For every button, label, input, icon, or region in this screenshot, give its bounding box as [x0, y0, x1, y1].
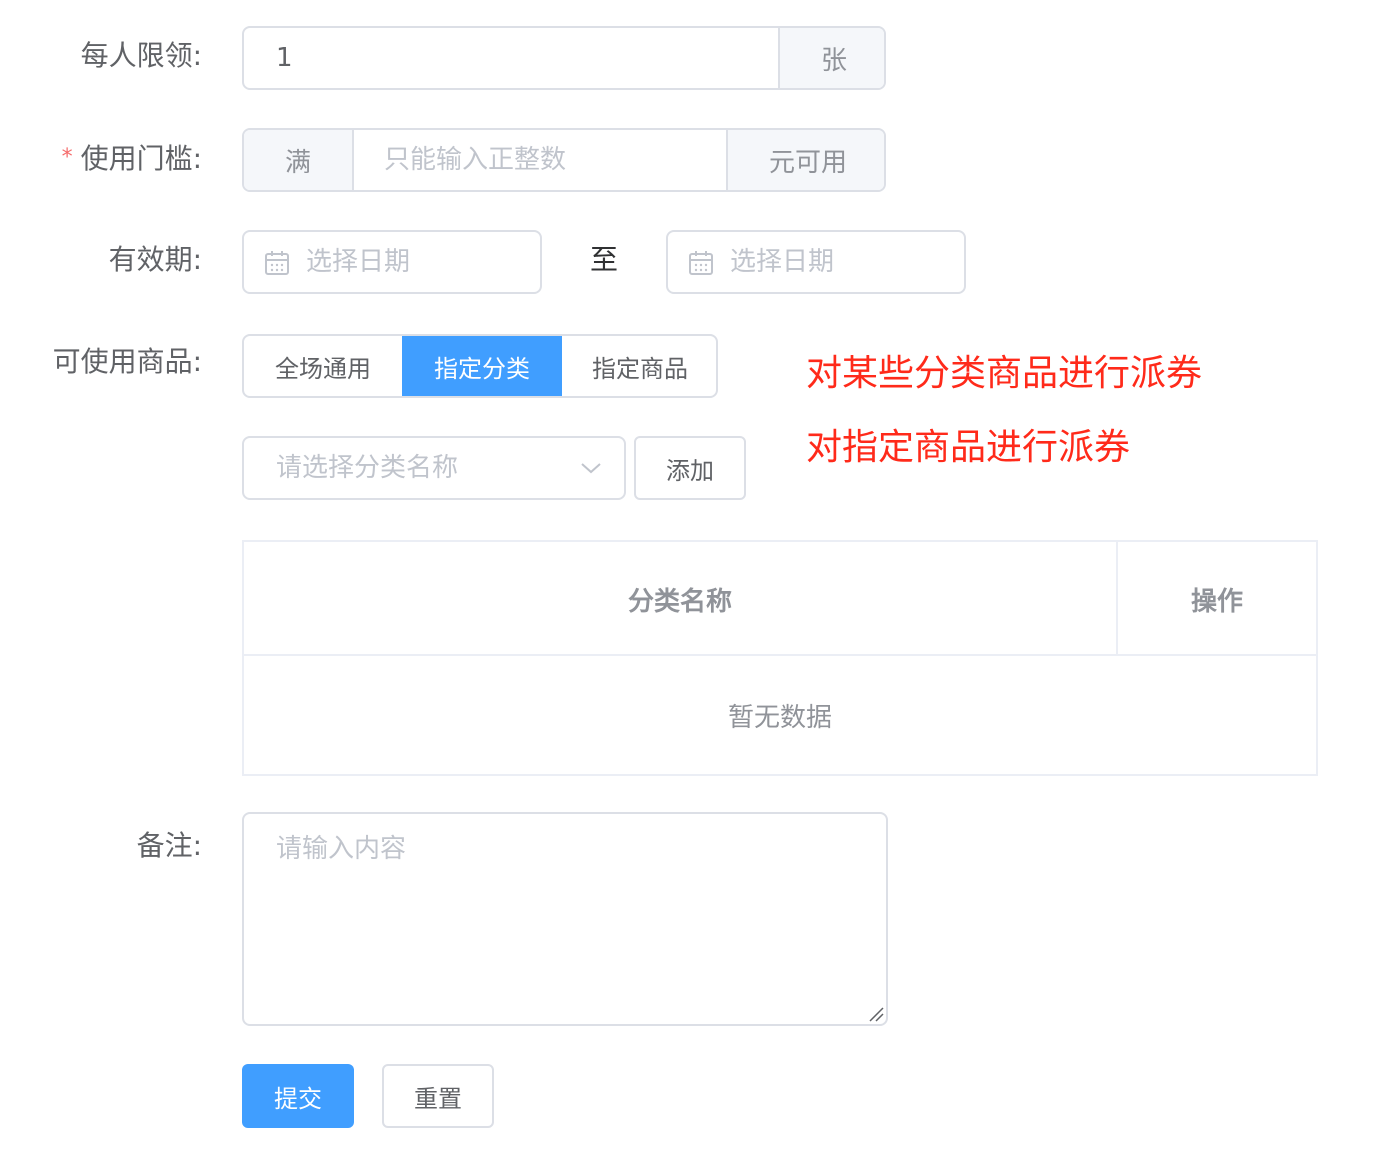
table-header: 分类名称 操作 — [244, 542, 1316, 656]
calendar-icon — [689, 251, 713, 275]
column-header-category-name: 分类名称 — [244, 542, 1118, 656]
per-person-limit-label: 每人限领: — [80, 39, 202, 72]
category-table: 分类名称 操作 暂无数据 — [242, 540, 1318, 776]
remarks-label: 备注: — [136, 829, 202, 862]
goods-scope-label: 可使用商品: — [52, 345, 202, 378]
remarks-textarea[interactable]: 请输入内容 — [242, 812, 888, 1026]
calendar-icon — [265, 251, 289, 275]
category-select-placeholder: 请选择分类名称 — [276, 453, 459, 483]
threshold-input[interactable]: 只能输入正整数 — [384, 130, 566, 190]
validity-label: 有效期: — [108, 243, 202, 276]
column-header-actions: 操作 — [1190, 586, 1243, 617]
end-date-placeholder: 选择日期 — [730, 247, 835, 277]
per-person-limit-unit: 张 — [778, 28, 884, 88]
chevron-down-icon — [581, 463, 601, 474]
add-category-button[interactable]: 添加 — [634, 436, 746, 500]
radio-all-goods[interactable]: 全场通用 — [244, 336, 402, 396]
resize-handle-icon[interactable] — [868, 1006, 884, 1022]
required-mark: * — [61, 145, 73, 170]
remarks-placeholder: 请输入内容 — [276, 834, 407, 864]
category-select[interactable]: 请选择分类名称 — [242, 436, 626, 500]
threshold-label-text: 使用门槛: — [80, 142, 202, 175]
annotation-goods: 对指定商品进行派券 — [806, 427, 1131, 468]
start-date-placeholder: 选择日期 — [306, 247, 411, 277]
table-empty-text: 暂无数据 — [727, 702, 832, 733]
per-person-limit-input[interactable]: 1 — [276, 28, 293, 88]
end-date-picker[interactable]: 选择日期 — [666, 230, 966, 294]
reset-button[interactable]: 重置 — [382, 1064, 494, 1128]
start-date-picker[interactable]: 选择日期 — [242, 230, 542, 294]
date-range-separator: 至 — [590, 243, 619, 276]
submit-button[interactable]: 提交 — [242, 1064, 354, 1128]
threshold-prefix: 满 — [244, 130, 354, 190]
threshold-group: 满 只能输入正整数 元可用 — [242, 128, 886, 192]
goods-scope-radio-group: 全场通用 指定分类 指定商品 — [242, 334, 718, 398]
threshold-label: * 使用门槛: — [62, 138, 202, 179]
threshold-suffix: 元可用 — [726, 130, 884, 190]
per-person-limit-group: 1 张 — [242, 26, 886, 90]
radio-specified-goods[interactable]: 指定商品 — [562, 336, 716, 396]
radio-specified-category[interactable]: 指定分类 — [402, 336, 562, 396]
annotation-category: 对某些分类商品进行派券 — [806, 353, 1203, 394]
